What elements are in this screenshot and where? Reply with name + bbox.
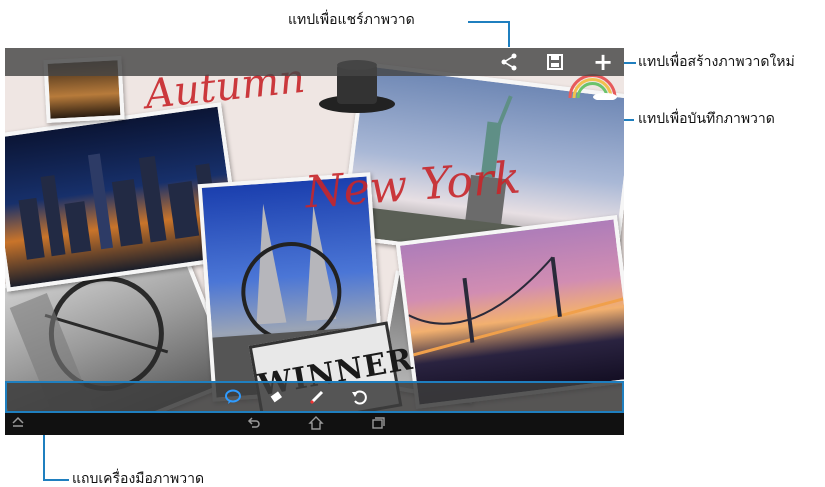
bridge-icon xyxy=(408,256,624,357)
speech-bubble-icon[interactable] xyxy=(223,388,243,408)
add-icon[interactable]: + xyxy=(593,50,613,74)
toolbar-callout-label: แถบเครื่องมือภาพวาด xyxy=(72,471,205,487)
new-callout-label: แทปเพื่อสร้างภาพวาดใหม่ xyxy=(638,54,795,70)
toolbar-callout-line-h xyxy=(43,479,69,481)
save-callout-label: แทปเพื่อบันทึกภาพวาด xyxy=(638,111,775,127)
action-bar: + xyxy=(5,48,624,76)
undo-icon[interactable] xyxy=(349,388,369,408)
back-icon[interactable] xyxy=(245,415,263,433)
save-icon[interactable] xyxy=(545,52,565,72)
share-icon[interactable] xyxy=(499,52,519,72)
tablet-screen: WINNER Autumn New York + xyxy=(5,48,624,435)
eraser-icon[interactable] xyxy=(267,388,287,408)
drawing-toolbar xyxy=(5,381,624,413)
share-callout-line-v xyxy=(508,21,510,47)
photo-bridge-sunset[interactable] xyxy=(395,215,624,409)
share-callout-line xyxy=(468,21,510,23)
recent-apps-icon[interactable] xyxy=(369,415,387,433)
share-callout-label: แทปเพื่อแชร์ภาพวาด xyxy=(288,12,415,28)
home-up-icon[interactable] xyxy=(9,415,27,433)
home-icon[interactable] xyxy=(307,415,325,433)
system-nav-bar xyxy=(5,413,624,435)
pen-icon[interactable] xyxy=(307,388,327,408)
